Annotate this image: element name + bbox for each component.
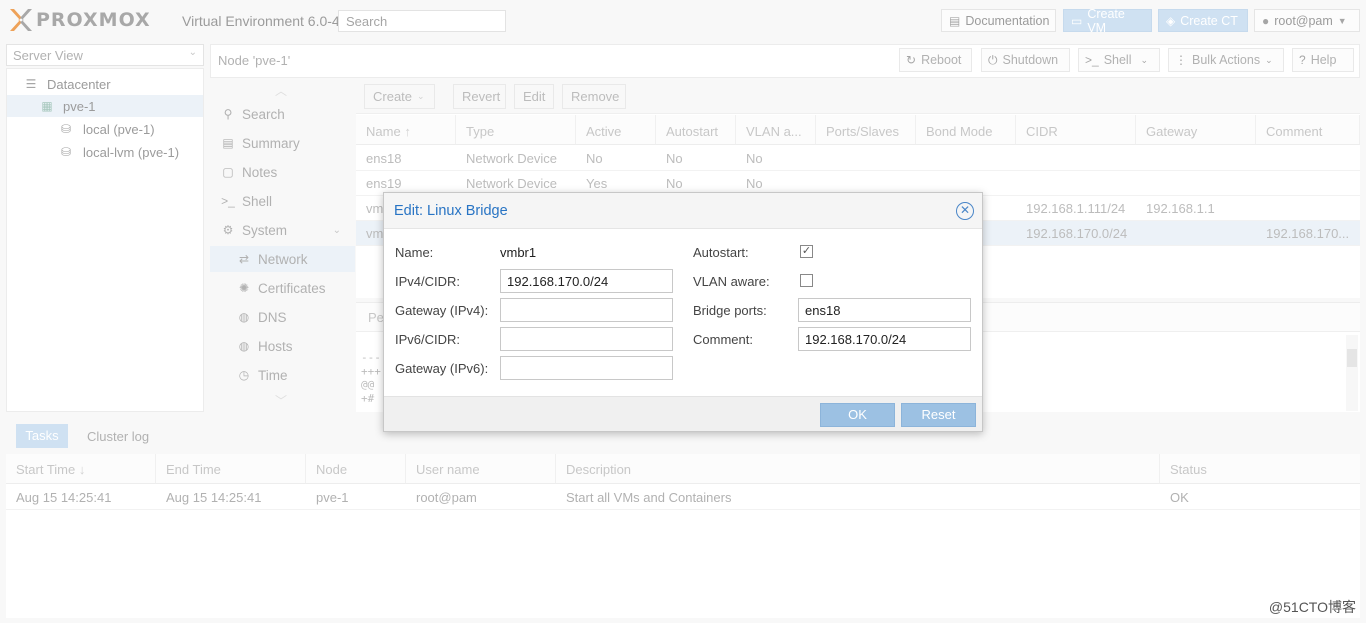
autostart-checkbox[interactable]: ✓ [800,245,813,258]
autostart-label: Autostart: [693,245,749,260]
comment-input[interactable] [798,327,971,351]
comment-label: Comment: [693,332,753,347]
ipv4-cidr-input[interactable] [500,269,673,293]
name-label: Name: [395,245,434,260]
ipv6-cidr-input[interactable] [500,327,673,351]
gateway-ipv4-input[interactable] [500,298,673,322]
vlan-aware-checkbox[interactable] [800,274,813,287]
checkmark-icon: ✓ [801,245,812,257]
close-icon[interactable]: ✕ [956,202,974,220]
name-value: vmbr1 [500,245,537,260]
vlan-aware-label: VLAN aware: [693,274,770,289]
reset-button[interactable]: Reset [901,403,976,427]
ipv6-label: IPv6/CIDR: [395,332,461,347]
dialog-footer: OK Reset [384,396,982,431]
gateway-ipv6-input[interactable] [500,356,673,380]
ipv4-label: IPv4/CIDR: [395,274,461,289]
edit-linux-bridge-dialog: Edit: Linux Bridge ✕ Name: vmbr1 IPv4/CI… [383,192,983,432]
dialog-title: Edit: Linux Bridge [394,203,508,219]
ok-button[interactable]: OK [820,403,895,427]
watermark: @51CTO博客 [1268,599,1356,615]
bridge-ports-label: Bridge ports: [693,303,767,318]
gateway-ipv4-label: Gateway (IPv4): [395,303,489,318]
dialog-header: Edit: Linux Bridge ✕ [384,193,982,229]
gateway-ipv6-label: Gateway (IPv6): [395,361,489,376]
bridge-ports-input[interactable] [798,298,971,322]
